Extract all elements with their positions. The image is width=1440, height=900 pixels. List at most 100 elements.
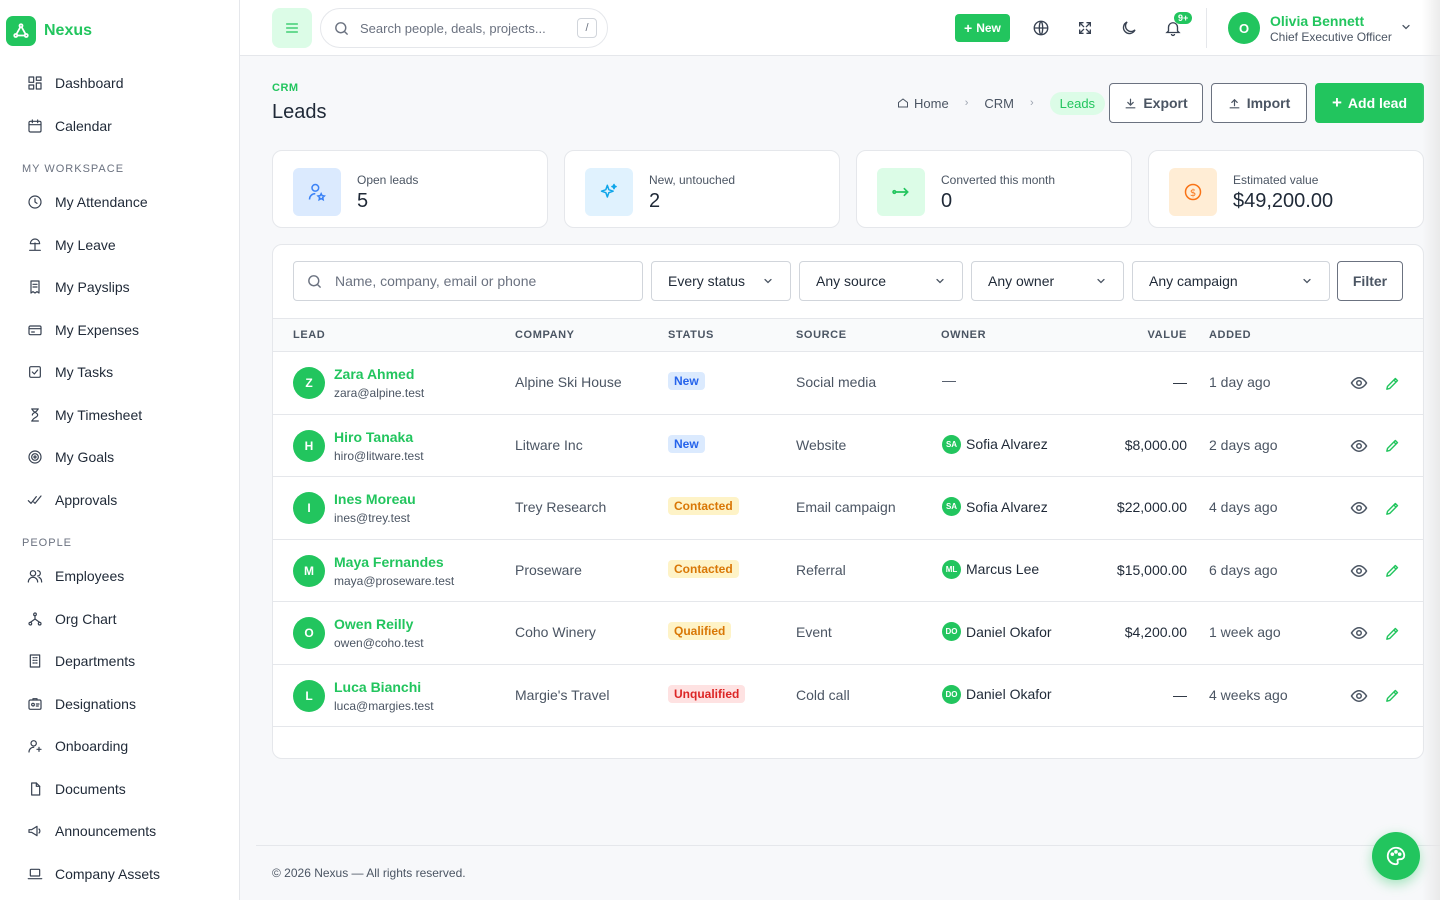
sidebar-item-org-chart[interactable]: Org Chart bbox=[0, 598, 239, 641]
source-filter-select[interactable]: Any source bbox=[799, 261, 963, 301]
new-button[interactable]: + New bbox=[955, 14, 1010, 42]
sparkles-icon bbox=[600, 183, 617, 198]
global-search-input[interactable] bbox=[360, 20, 560, 36]
lead-owner: — bbox=[942, 372, 956, 388]
view-button[interactable] bbox=[1349, 623, 1369, 643]
lead-name-link[interactable]: Ines Moreau bbox=[334, 491, 416, 507]
lead-owner: DO Daniel Okafor bbox=[942, 622, 1052, 641]
view-button[interactable] bbox=[1349, 498, 1369, 518]
sidebar-item-my-goals[interactable]: My Goals bbox=[0, 436, 239, 479]
import-button[interactable]: Import bbox=[1211, 83, 1307, 123]
lead-owner: ML Marcus Lee bbox=[942, 559, 1039, 579]
pencil-icon bbox=[1385, 377, 1398, 390]
edit-button[interactable] bbox=[1382, 498, 1402, 518]
sidebar-item-my-leave[interactable]: My Leave bbox=[0, 224, 239, 267]
sidebar-item-approvals[interactable]: Approvals bbox=[0, 479, 239, 522]
search-shortcut-key: / bbox=[577, 18, 597, 38]
campaign-filter-select[interactable]: Any campaign bbox=[1132, 261, 1330, 301]
edit-button[interactable] bbox=[1382, 561, 1402, 581]
user-avatar[interactable]: O bbox=[1228, 12, 1260, 44]
lead-name-link[interactable]: Zara Ahmed bbox=[334, 366, 414, 382]
breadcrumb: Home › CRM › Leads bbox=[897, 90, 1106, 116]
sidebar-item-my-timesheet[interactable]: My Timesheet bbox=[0, 394, 239, 437]
column-header-status[interactable]: STATUS bbox=[668, 329, 714, 341]
topbar: / + New 9+ O Olivia Bennett Chief Execut… bbox=[240, 0, 1440, 56]
sidebar-item-departments[interactable]: Departments bbox=[0, 640, 239, 683]
chevron-down-icon bbox=[936, 278, 944, 284]
user-menu-chevron-icon[interactable] bbox=[1400, 20, 1412, 38]
view-button[interactable] bbox=[1349, 561, 1369, 581]
stat-estimated-value: $ Estimated value $49,200.00 bbox=[1148, 150, 1424, 228]
sidebar-item-employees[interactable]: Employees bbox=[0, 555, 239, 598]
notifications-button[interactable]: 9+ bbox=[1155, 10, 1193, 46]
table-row[interactable]: M Maya Fernandes maya@proseware.test Prosew… bbox=[273, 540, 1423, 602]
sidebar-item-label: Onboarding bbox=[55, 738, 129, 755]
lead-name-link[interactable]: Maya Fernandes bbox=[334, 554, 444, 570]
eye-icon bbox=[1350, 501, 1368, 515]
stat-label: Converted this month bbox=[941, 173, 1056, 187]
filter-button[interactable]: Filter bbox=[1337, 261, 1403, 301]
lead-source: Email campaign bbox=[796, 499, 896, 515]
column-header-company[interactable]: COMPANY bbox=[515, 329, 575, 341]
add-lead-button[interactable]: + Add lead bbox=[1315, 83, 1424, 123]
sidebar-item-my-attendance[interactable]: My Attendance bbox=[0, 181, 239, 224]
document-icon bbox=[27, 781, 43, 797]
id-badge-icon bbox=[27, 696, 43, 712]
menu-toggle-button[interactable] bbox=[272, 8, 312, 48]
sidebar-item-calendar[interactable]: Calendar bbox=[0, 105, 239, 148]
user-name[interactable]: Olivia Bennett bbox=[1270, 13, 1364, 29]
sidebar-item-designations[interactable]: Designations bbox=[0, 683, 239, 726]
column-header-source[interactable]: SOURCE bbox=[796, 329, 847, 341]
status-filter-select[interactable]: Every status bbox=[651, 261, 791, 301]
owner-avatar: SA bbox=[942, 497, 961, 516]
edit-button[interactable] bbox=[1382, 436, 1402, 456]
sidebar-item-announcements[interactable]: Announcements bbox=[0, 810, 239, 853]
sidebar-item-company-assets[interactable]: Company Assets bbox=[0, 853, 239, 896]
view-button[interactable] bbox=[1349, 686, 1369, 706]
fullscreen-button[interactable] bbox=[1067, 10, 1103, 46]
sidebar-item-dashboard[interactable]: Dashboard bbox=[0, 62, 239, 105]
double-check-icon bbox=[27, 492, 43, 508]
global-search[interactable]: / bbox=[320, 8, 608, 48]
sidebar-item-my-expenses[interactable]: My Expenses bbox=[0, 309, 239, 352]
nexus-logo-icon bbox=[6, 16, 36, 46]
breadcrumb-crm[interactable]: CRM bbox=[984, 96, 1014, 111]
table-row[interactable]: Z Zara Ahmed zara@alpine.test Alpine Ski Ho… bbox=[273, 352, 1423, 415]
palette-icon bbox=[1386, 846, 1406, 866]
user-role: Chief Executive Officer bbox=[1270, 30, 1392, 44]
lead-name-link[interactable]: Owen Reilly bbox=[334, 616, 413, 632]
column-header-owner[interactable]: OWNER bbox=[941, 329, 986, 341]
sidebar-item-label: My Leave bbox=[55, 236, 116, 253]
lead-source: Social media bbox=[796, 374, 877, 390]
sidebar-item-onboarding[interactable]: Onboarding bbox=[0, 725, 239, 768]
view-button[interactable] bbox=[1349, 373, 1369, 393]
sidebar-item-documents[interactable]: Documents bbox=[0, 768, 239, 811]
lead-name-link[interactable]: Luca Bianchi bbox=[334, 679, 421, 695]
column-header-value[interactable]: VALUE bbox=[1148, 329, 1187, 341]
lead-owner: DO Daniel Okafor bbox=[942, 684, 1052, 704]
leads-search[interactable] bbox=[293, 261, 643, 301]
theme-toggle-button[interactable] bbox=[1111, 10, 1147, 46]
edit-button[interactable] bbox=[1382, 623, 1402, 643]
column-header-lead[interactable]: LEAD bbox=[293, 329, 325, 341]
export-button[interactable]: Export bbox=[1109, 83, 1203, 123]
column-header-added[interactable]: ADDED bbox=[1209, 329, 1251, 341]
plus-icon: + bbox=[964, 20, 973, 36]
language-button[interactable] bbox=[1023, 10, 1059, 46]
breadcrumb-home[interactable]: Home bbox=[914, 96, 949, 111]
sidebar-item-my-tasks[interactable]: My Tasks bbox=[0, 351, 239, 394]
table-row[interactable]: L Luca Bianchi luca@margies.test Margie's T… bbox=[273, 665, 1423, 727]
edit-button[interactable] bbox=[1382, 686, 1402, 706]
brand[interactable]: Nexus bbox=[0, 0, 239, 62]
sidebar-item-my-payslips[interactable]: My Payslips bbox=[0, 266, 239, 309]
sidebar-item-label: My Tasks bbox=[55, 364, 114, 381]
view-button[interactable] bbox=[1349, 436, 1369, 456]
lead-name-link[interactable]: Hiro Tanaka bbox=[334, 429, 413, 445]
table-row[interactable]: O Owen Reilly owen@coho.test Coho Winery Qua… bbox=[273, 602, 1423, 665]
edit-button[interactable] bbox=[1382, 373, 1402, 393]
leads-search-input[interactable] bbox=[335, 273, 635, 289]
customizer-fab-button[interactable] bbox=[1372, 832, 1420, 880]
owner-filter-select[interactable]: Any owner bbox=[971, 261, 1124, 301]
table-row[interactable]: H Hiro Tanaka hiro@litware.test Litware Inc… bbox=[273, 415, 1423, 477]
table-row[interactable]: I Ines Moreau ines@trey.test Trey Research C… bbox=[273, 477, 1423, 540]
